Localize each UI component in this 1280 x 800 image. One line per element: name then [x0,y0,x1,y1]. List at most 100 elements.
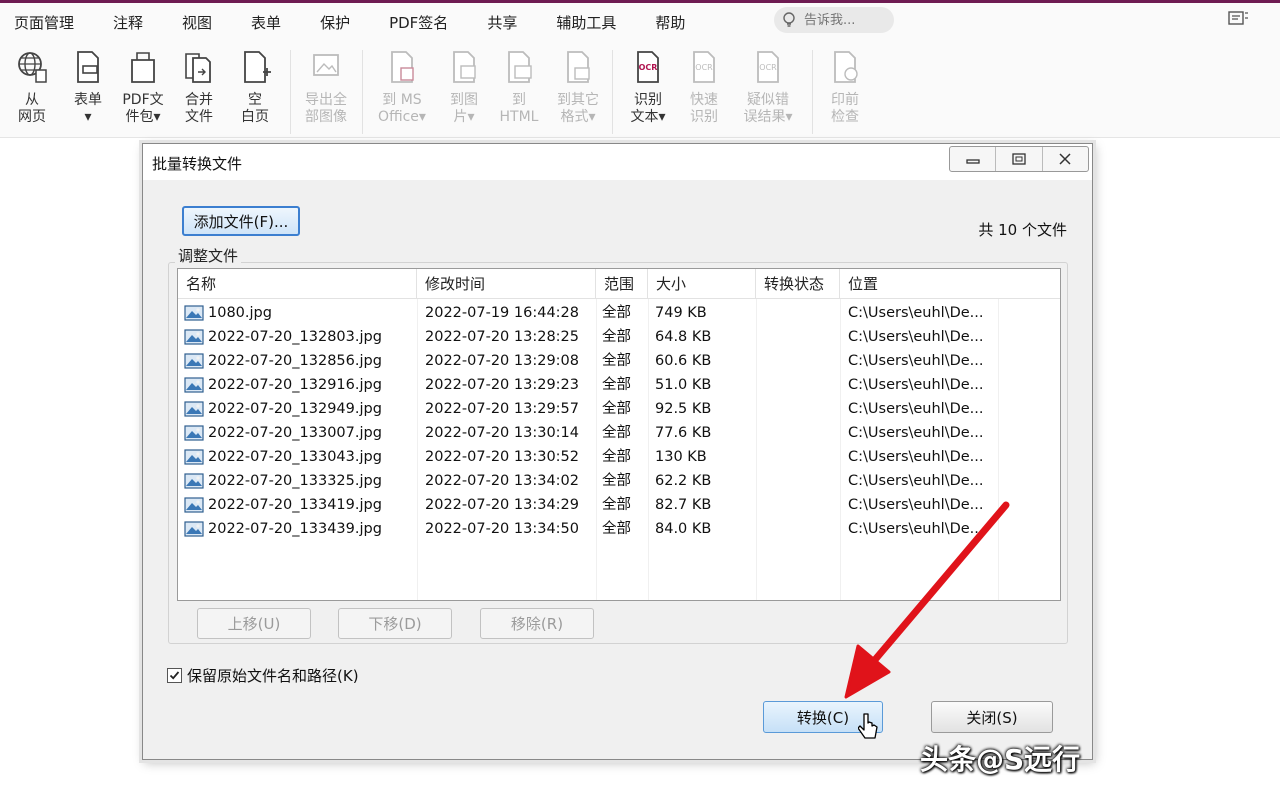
file-name-cell: 2022-07-20_133043.jpg [184,445,414,469]
to-other-format-button[interactable]: 到其它 格式▾ [550,46,606,136]
file-list[interactable]: 名称 修改时间 范围 大小 转换状态 位置 1080.jpg 2022-07-19… [177,268,1061,601]
range-cell: 全部 [602,449,631,465]
keep-path-checkbox[interactable] [167,668,182,683]
table-row[interactable]: 2022-07-20_132803.jpg 2022-07-20 13:28:25… [178,325,1060,349]
size-cell: 130 KB [655,449,707,465]
blank-page-button[interactable]: 空 白页 [227,46,283,136]
file-name-text: 2022-07-20_133007.jpg [208,425,382,441]
remove-button[interactable]: 移除(R) [480,608,594,639]
location-cell: C:\Users\euhl\De... [848,401,984,417]
export-all-images-button[interactable]: 导出全 部图像 [298,46,354,136]
close-window-button[interactable] [1041,147,1088,171]
tell-me-input[interactable] [802,11,882,29]
ocr-text-button[interactable]: OCR 识别 文本▾ [620,46,676,136]
to-image-label-2: 片▾ [453,109,475,125]
menu-help[interactable]: 帮助 [655,12,685,33]
ocr-text-label-2: 文本▾ [630,109,666,125]
file-name-cell: 2022-07-20_133325.jpg [184,469,414,493]
column-header-modified[interactable]: 修改时间 [417,269,596,299]
table-row[interactable]: 1080.jpg 2022-07-19 16:44:28 全部 749 KB C:\Us… [178,301,1060,325]
pdf-package-button[interactable]: PDF文 件包▾ [115,46,171,136]
modified-time-cell: 2022-07-20 13:34:02 [425,473,579,489]
size-cell: 64.8 KB [655,329,712,345]
table-row[interactable]: 2022-07-20_133325.jpg 2022-07-20 13:34:02… [178,469,1060,493]
ocr-suspect-label-2: 误结果▾ [743,109,793,125]
menu-share[interactable]: 共享 [487,12,517,33]
ocr-text-icon: OCR [637,51,659,83]
menu-form[interactable]: 表单 [251,12,281,33]
checkmark-icon [169,671,180,680]
image-file-icon [184,377,204,393]
image-file-icon [184,305,204,321]
file-name-cell: 2022-07-20_132916.jpg [184,373,414,397]
dialog-title: 批量转换文件 [152,155,243,173]
convert-button[interactable]: 转换(C) [763,701,883,733]
blank-page-label-2: 白页 [241,109,269,125]
preflight-label-2: 检查 [831,109,859,125]
form-button[interactable]: 表单 ▾ [60,46,116,136]
size-cell: 77.6 KB [655,425,712,441]
maximize-button[interactable] [995,147,1041,171]
table-row[interactable]: 2022-07-20_133439.jpg 2022-07-20 13:34:50… [178,517,1060,541]
to-html-button[interactable]: 到 HTML [491,46,547,136]
preflight-button[interactable]: 印前 检查 [817,46,873,136]
ocr-suspect-results-button[interactable]: OCR 疑似错 误结果▾ [740,46,796,136]
menu-bar: 页面管理 注释 视图 表单 保护 PDF签名 共享 辅助工具 帮助 [0,0,1280,42]
menu-page-management[interactable]: 页面管理 [14,12,74,33]
table-row[interactable]: 2022-07-20_132856.jpg 2022-07-20 13:29:08… [178,349,1060,373]
range-cell: 全部 [602,473,631,489]
to-image-button[interactable]: 到图 片▾ [436,46,492,136]
range-cell: 全部 [602,497,631,513]
column-header-location[interactable]: 位置 [840,269,1060,299]
modified-time-cell: 2022-07-20 13:34:29 [425,497,579,513]
modified-time-cell: 2022-07-20 13:30:52 [425,449,579,465]
size-cell: 84.0 KB [655,521,712,537]
maximize-icon [1012,153,1026,165]
batch-convert-dialog: 批量转换文件 添加文件(F)... 共 10 个文件 调整文件 名称 修改时间 … [142,143,1093,760]
from-web-button[interactable]: 从 网页 [4,46,60,136]
add-files-button[interactable]: 添加文件(F)... [182,206,300,236]
to-html-icon [508,51,532,83]
file-name-cell: 1080.jpg [184,301,414,325]
move-down-button[interactable]: 下移(D) [338,608,452,639]
to-ms-office-button[interactable]: 到 MS Office▾ [374,46,430,136]
location-cell: C:\Users\euhl\De... [848,329,984,345]
file-name-cell: 2022-07-20_133419.jpg [184,493,414,517]
minimize-button[interactable] [950,147,995,171]
ribbon-separator [362,50,363,134]
menu-view[interactable]: 视图 [182,12,212,33]
table-row[interactable]: 2022-07-20_133007.jpg 2022-07-20 13:30:14… [178,421,1060,445]
image-file-icon [184,401,204,417]
menu-comment[interactable]: 注释 [113,12,143,33]
column-header-size[interactable]: 大小 [648,269,756,299]
merge-files-button[interactable]: 合并 文件 [171,46,227,136]
table-row[interactable]: 2022-07-20_133419.jpg 2022-07-20 13:34:29… [178,493,1060,517]
menu-protect[interactable]: 保护 [320,12,350,33]
status-cell [763,421,843,445]
column-header-status[interactable]: 转换状态 [756,269,840,299]
menu-accessibility-tools[interactable]: 辅助工具 [556,12,616,33]
column-header-range[interactable]: 范围 [596,269,648,299]
range-cell: 全部 [602,329,631,345]
tell-me-search[interactable] [774,7,894,33]
file-name-text: 2022-07-20_132949.jpg [208,401,382,417]
ribbon-separator [812,50,813,134]
to-other-format-icon [567,51,590,83]
ribbon-toggle-icon[interactable] [1226,9,1250,29]
column-header-name[interactable]: 名称 [178,269,417,299]
file-name-text: 2022-07-20_132803.jpg [208,329,382,345]
table-row[interactable]: 2022-07-20_132916.jpg 2022-07-20 13:29:23… [178,373,1060,397]
table-row[interactable]: 2022-07-20_133043.jpg 2022-07-20 13:30:52… [178,445,1060,469]
window-controls [949,146,1089,172]
move-up-button[interactable]: 上移(U) [197,608,311,639]
menu-pdf-sign[interactable]: PDF签名 [389,12,448,33]
file-name-cell: 2022-07-20_132949.jpg [184,397,414,421]
location-cell: C:\Users\euhl\De... [848,377,984,393]
keep-path-option[interactable]: 保留原始文件名和路径(K) [167,665,359,686]
close-button[interactable]: 关闭(S) [931,701,1053,733]
dialog-title-bar[interactable]: 批量转换文件 [143,144,1092,180]
location-cell: C:\Users\euhl\De... [848,449,984,465]
pdf-package-icon [131,52,155,83]
quick-ocr-button[interactable]: OCR 快速 识别 [676,46,732,136]
table-row[interactable]: 2022-07-20_132949.jpg 2022-07-20 13:29:57… [178,397,1060,421]
